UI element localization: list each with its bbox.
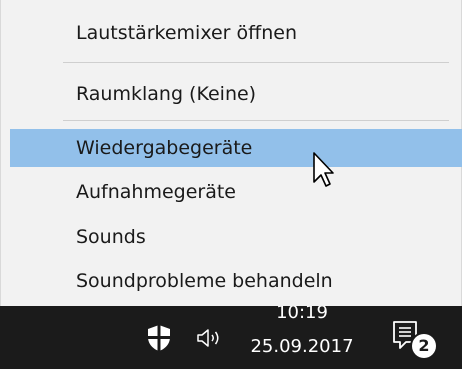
taskbar: 10:19 25.09.2017: [0, 306, 462, 369]
menu-item-playback-devices[interactable]: Wiedergabegeräte: [10, 129, 462, 167]
menu-item-recording-devices[interactable]: Aufnahmegeräte: [10, 173, 462, 211]
menu-separator: [63, 62, 449, 63]
menu-item-volume-mixer[interactable]: Lautstärkemixer öffnen: [10, 14, 462, 52]
clock[interactable]: 10:19 25.09.2017: [232, 306, 372, 359]
notification-count-badge: 2: [412, 334, 436, 358]
clock-time: 10:19: [276, 306, 328, 323]
menu-item-spatial-sound[interactable]: Raumklang (Keine): [10, 75, 462, 113]
shield-icon[interactable]: [146, 324, 172, 352]
menu-item-troubleshoot[interactable]: Soundprobleme behandeln: [10, 262, 462, 300]
speaker-icon[interactable]: [196, 327, 226, 349]
context-menu: Lautstärkemixer öffnen Raumklang (Keine)…: [0, 0, 462, 306]
menu-item-sounds[interactable]: Sounds: [10, 218, 462, 256]
menu-separator: [63, 120, 449, 121]
mouse-cursor-icon: [313, 152, 334, 187]
clock-date: 25.09.2017: [250, 336, 354, 357]
